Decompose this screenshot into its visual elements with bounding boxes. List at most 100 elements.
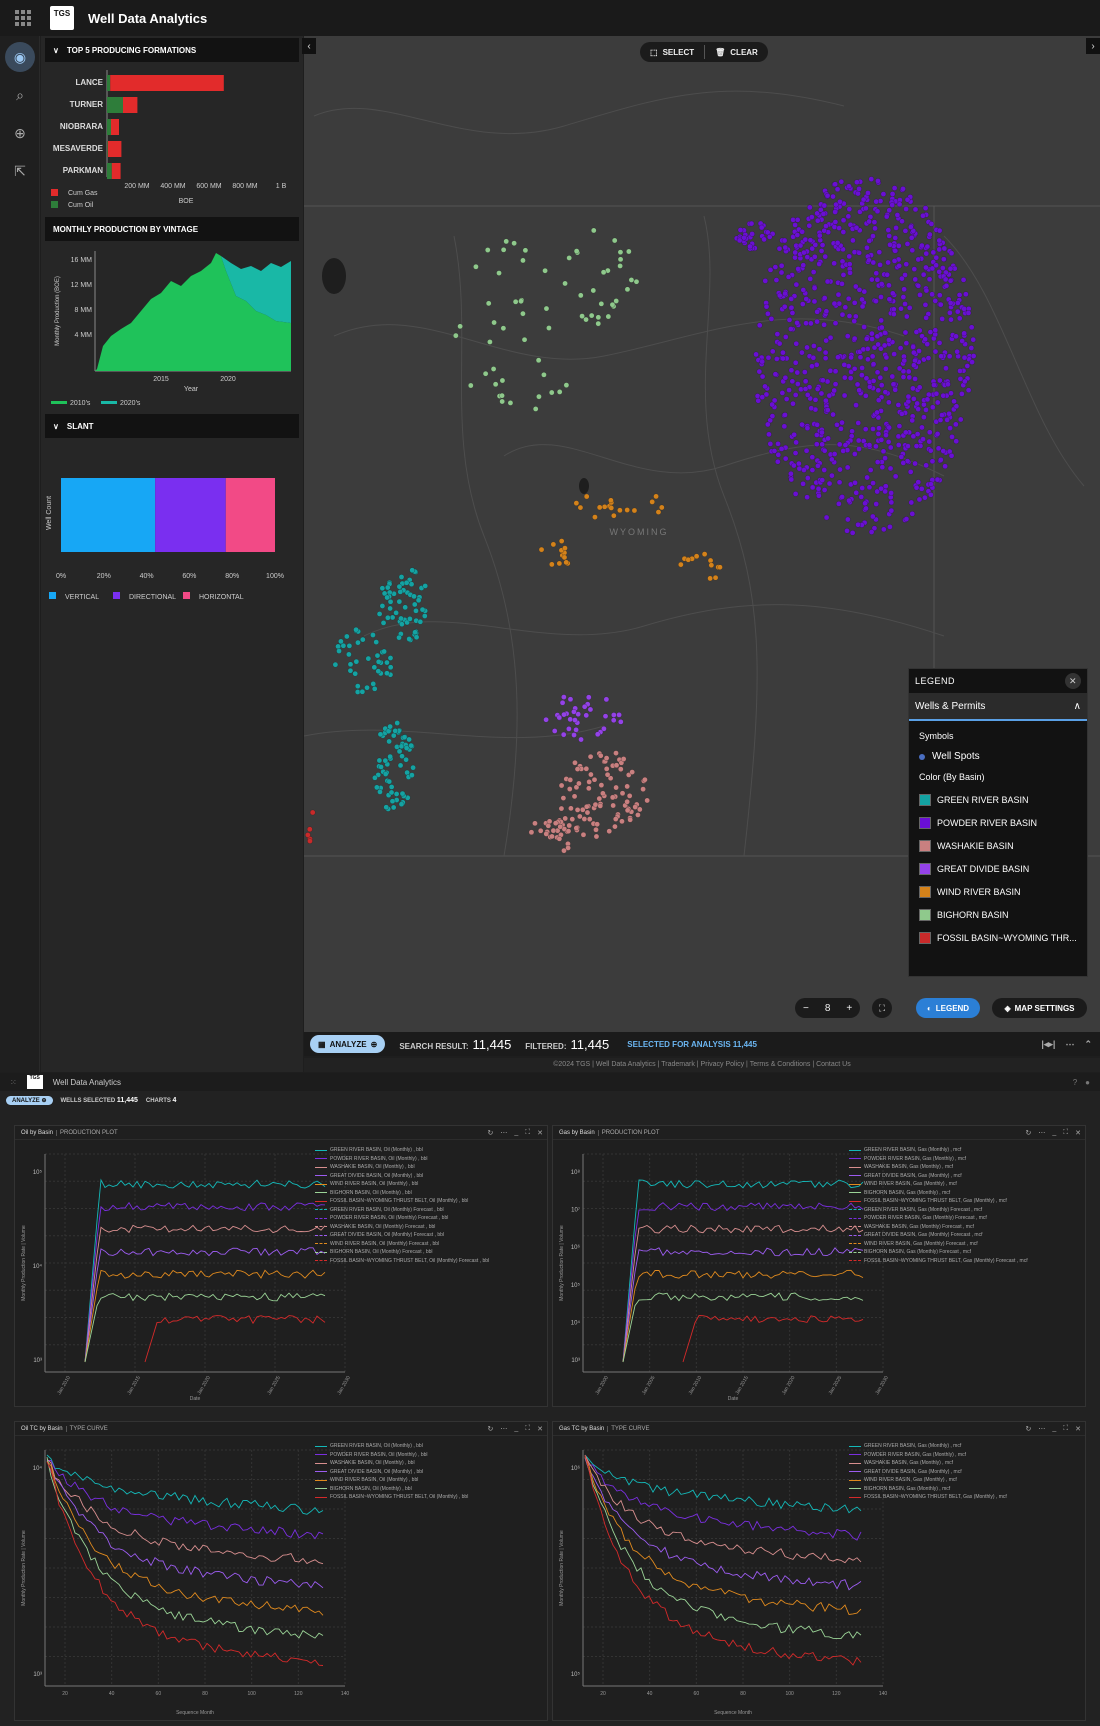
zoom-in-button[interactable]: +	[838, 1003, 860, 1014]
chart-legend-item[interactable]: WASHAKIE BASIN, Oil (Monthly) Forecast ,…	[315, 1223, 489, 1232]
chart-legend-item[interactable]: FOSSIL BASIN~WYOMING THRUST BELT, Gas (M…	[849, 1197, 1028, 1206]
chart-legend-item[interactable]: POWDER RIVER BASIN, Oil (Monthly) , bbl	[315, 1155, 489, 1164]
chart-legend-item[interactable]: WIND RIVER BASIN, Gas (Monthly) , mcf	[849, 1476, 1007, 1485]
chart-legend-item[interactable]: POWDER RIVER BASIN, Oil (Monthly) Foreca…	[315, 1214, 489, 1223]
chart-legend-item[interactable]: GREAT DIVIDE BASIN, Oil (Monthly) , bbl	[315, 1172, 489, 1181]
chart-legend-item[interactable]: GREAT DIVIDE BASIN, Gas (Monthly) , mcf	[849, 1468, 1007, 1477]
fullscreen-icon[interactable]: ⛶	[872, 998, 892, 1018]
collapse-panel-button[interactable]: ‹	[302, 38, 316, 54]
minimize-icon[interactable]: _	[1052, 1129, 1056, 1137]
close-icon[interactable]: ✕	[1075, 1425, 1081, 1433]
refresh-icon[interactable]: ↻	[1025, 1129, 1031, 1137]
chart-legend-item[interactable]: FOSSIL BASIN~WYOMING THRUST BELT, Gas (M…	[849, 1493, 1007, 1502]
chart-legend-item[interactable]: WASHAKIE BASIN, Gas (Monthly) , mcf	[849, 1163, 1028, 1172]
collapse-up-icon[interactable]: ⌃	[1084, 1039, 1092, 1050]
chart-legend-item[interactable]: FOSSIL BASIN~WYOMING THRUST BELT, Oil (M…	[315, 1493, 468, 1502]
apps-grid-icon[interactable]	[12, 7, 34, 29]
refresh-icon[interactable]: ↻	[487, 1425, 493, 1433]
legend-section-toggle[interactable]: Wells & Permits ∧	[909, 693, 1087, 721]
legend-item[interactable]: WASHAKIE BASIN	[909, 834, 1087, 857]
chart-legend-item[interactable]: BIGHORN BASIN, Gas (Monthly) Forecast , …	[849, 1248, 1028, 1257]
chart-legend-item[interactable]: GREAT DIVIDE BASIN, Oil (Monthly) , bbl	[315, 1468, 468, 1477]
expand-right-button[interactable]: ›	[1086, 38, 1100, 54]
maximize-icon[interactable]: ⛶	[1063, 1129, 1068, 1137]
chart-legend-item[interactable]: BIGHORN BASIN, Oil (Monthly) , bbl	[315, 1485, 468, 1494]
chart-legend-item[interactable]: FOSSIL BASIN~WYOMING THRUST BELT, Gas (M…	[849, 1257, 1028, 1266]
more-icon[interactable]: ⋯	[500, 1129, 507, 1137]
legend-item[interactable]: FOSSIL BASIN~WYOMING THR...	[909, 926, 1087, 949]
chart-legend-item[interactable]: GREEN RIVER BASIN, Gas (Monthly) , mcf	[849, 1146, 1028, 1155]
analyze-button[interactable]: ▦ ANALYZE ⊕	[310, 1035, 386, 1053]
zoom-in-icon: ⊕	[14, 124, 26, 141]
refresh-icon[interactable]: ↻	[1025, 1425, 1031, 1433]
resize-icon[interactable]: |◂▸|	[1041, 1039, 1055, 1050]
chart-legend-item[interactable]: WASHAKIE BASIN, Oil (Monthly) , bbl	[315, 1459, 468, 1468]
formations-section-header[interactable]: ∨ TOP 5 PRODUCING FORMATIONS	[45, 38, 299, 62]
chart-legend-item[interactable]: GREEN RIVER BASIN, Gas (Monthly) Forecas…	[849, 1206, 1028, 1215]
apps-grid-icon[interactable]: ⁙	[10, 1078, 17, 1087]
legend-item[interactable]: POWDER RIVER BASIN	[909, 811, 1087, 834]
close-icon[interactable]: ✕	[537, 1129, 543, 1137]
minimize-icon[interactable]: _	[514, 1425, 518, 1433]
analyze-toggle-button[interactable]: ANALYZE ⊕	[6, 1095, 53, 1105]
maximize-icon[interactable]: ⛶	[525, 1425, 530, 1433]
chart-legend-item[interactable]: BIGHORN BASIN, Gas (Monthly) , mcf	[849, 1189, 1028, 1198]
legend-item[interactable]: BIGHORN BASIN	[909, 903, 1087, 926]
legend-item[interactable]: WIND RIVER BASIN	[909, 880, 1087, 903]
chart-legend-item[interactable]: POWDER RIVER BASIN, Oil (Monthly) , bbl	[315, 1451, 468, 1460]
chart-legend-item[interactable]: WASHAKIE BASIN, Gas (Monthly) , mcf	[849, 1459, 1007, 1468]
chart-legend-item[interactable]: BIGHORN BASIN, Gas (Monthly) , mcf	[849, 1485, 1007, 1494]
map-view[interactable]: WYOMING ⬚ SELECT 🗑 CLEAR LEGEND ✕ Wells & …	[304, 36, 1100, 1036]
legend-button[interactable]: ◐ LEGEND	[916, 998, 980, 1018]
vintage-section-header[interactable]: MONTHLY PRODUCTION BY VINTAGE	[45, 217, 299, 241]
slant-section-header[interactable]: ∨ SLANT	[45, 414, 299, 438]
minimize-icon[interactable]: _	[514, 1129, 518, 1137]
more-icon[interactable]: ⋯	[1065, 1039, 1074, 1050]
chart-legend-item[interactable]: POWDER RIVER BASIN, Gas (Monthly) , mcf	[849, 1451, 1007, 1460]
y-tick-label: 10⁴	[571, 1319, 581, 1326]
chart-legend-item[interactable]: FOSSIL BASIN~WYOMING THRUST BELT, Oil (M…	[315, 1257, 489, 1266]
map-settings-button[interactable]: ◈ MAP SETTINGS	[992, 998, 1087, 1018]
search-nav-button[interactable]: ⌕	[0, 76, 40, 114]
minimize-icon[interactable]: _	[1052, 1425, 1056, 1433]
chart-legend-item[interactable]: GREEN RIVER BASIN, Oil (Monthly) , bbl	[315, 1442, 468, 1451]
home-nav-button[interactable]: ◉	[0, 38, 40, 76]
refresh-icon[interactable]: ↻	[487, 1129, 493, 1137]
chart-legend-item[interactable]: WIND RIVER BASIN, Gas (Monthly) Forecast…	[849, 1240, 1028, 1249]
legend-item[interactable]: GREAT DIVIDE BASIN	[909, 857, 1087, 880]
chart-legend-item[interactable]: WIND RIVER BASIN, Oil (Monthly) , bbl	[315, 1180, 489, 1189]
chart-legend-item[interactable]: WIND RIVER BASIN, Oil (Monthly) Forecast…	[315, 1240, 489, 1249]
chart-legend-item[interactable]: GREAT DIVIDE BASIN, Gas (Monthly) Foreca…	[849, 1231, 1028, 1240]
chart-legend-item[interactable]: GREAT DIVIDE BASIN, Oil (Monthly) Foreca…	[315, 1231, 489, 1240]
chart-legend-item[interactable]: POWDER RIVER BASIN, Gas (Monthly) Foreca…	[849, 1214, 1028, 1223]
help-icon[interactable]: ?	[1073, 1078, 1077, 1087]
chart-legend-item[interactable]: GREAT DIVIDE BASIN, Gas (Monthly) , mcf	[849, 1172, 1028, 1181]
well-spot	[774, 331, 781, 337]
maximize-icon[interactable]: ⛶	[525, 1129, 530, 1137]
chart-legend-item[interactable]: FOSSIL BASIN~WYOMING THRUST BELT, Oil (M…	[315, 1197, 489, 1206]
chart-legend-item[interactable]: WASHAKIE BASIN, Oil (Monthly) , bbl	[315, 1163, 489, 1172]
close-icon[interactable]: ✕	[537, 1425, 543, 1433]
user-icon[interactable]: ●	[1085, 1078, 1090, 1087]
more-icon[interactable]: ⋯	[1038, 1425, 1045, 1433]
chart-legend-item[interactable]: WASHAKIE BASIN, Gas (Monthly) Forecast ,…	[849, 1223, 1028, 1232]
chart-legend-item[interactable]: WIND RIVER BASIN, Oil (Monthly) , bbl	[315, 1476, 468, 1485]
select-button[interactable]: ⬚ SELECT	[640, 42, 704, 62]
chart-legend-item[interactable]: GREEN RIVER BASIN, Oil (Monthly) , bbl	[315, 1146, 489, 1155]
more-icon[interactable]: ⋯	[500, 1425, 507, 1433]
legend-item[interactable]: GREEN RIVER BASIN	[909, 788, 1087, 811]
close-icon[interactable]: ✕	[1075, 1129, 1081, 1137]
zoom-search-nav-button[interactable]: ⊕	[0, 114, 40, 152]
export-nav-button[interactable]: ⇱	[0, 152, 40, 190]
clear-button[interactable]: 🗑 CLEAR	[705, 42, 768, 62]
zoom-out-button[interactable]: −	[795, 1003, 817, 1014]
chart-legend-item[interactable]: BIGHORN BASIN, Oil (Monthly) , bbl	[315, 1189, 489, 1198]
chart-legend-item[interactable]: GREEN RIVER BASIN, Oil (Monthly) Forecas…	[315, 1206, 489, 1215]
maximize-icon[interactable]: ⛶	[1063, 1425, 1068, 1433]
chart-legend-item[interactable]: BIGHORN BASIN, Oil (Monthly) Forecast , …	[315, 1248, 489, 1257]
chart-legend-item[interactable]: POWDER RIVER BASIN, Gas (Monthly) , mcf	[849, 1155, 1028, 1164]
more-icon[interactable]: ⋯	[1038, 1129, 1045, 1137]
close-icon[interactable]: ✕	[1065, 673, 1081, 689]
chart-legend-item[interactable]: GREEN RIVER BASIN, Gas (Monthly) , mcf	[849, 1442, 1007, 1451]
chart-legend-item[interactable]: WIND RIVER BASIN, Gas (Monthly) , mcf	[849, 1180, 1028, 1189]
